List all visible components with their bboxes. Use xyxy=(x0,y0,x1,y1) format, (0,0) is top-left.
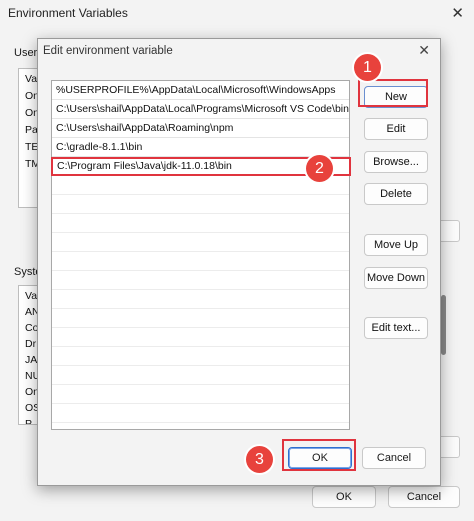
list-item[interactable]: P xyxy=(25,418,32,424)
empty-row[interactable] xyxy=(52,176,349,195)
path-list-item[interactable]: C:\Users\shail\AppData\Roaming\npm xyxy=(52,119,349,138)
path-list-item[interactable]: C:\gradle-8.1.1\bin xyxy=(52,138,349,157)
list-item[interactable]: Pa xyxy=(25,124,38,136)
window-title: Environment Variables xyxy=(8,6,128,20)
empty-row[interactable] xyxy=(52,404,349,423)
close-icon[interactable]: ✕ xyxy=(418,42,430,59)
empty-row[interactable] xyxy=(52,271,349,290)
step-badge-1: 1 xyxy=(354,54,381,81)
empty-row[interactable] xyxy=(52,385,349,404)
ok-button[interactable]: OK xyxy=(312,486,376,508)
close-icon[interactable]: ✕ xyxy=(451,4,464,22)
new-button-highlight xyxy=(358,79,428,107)
list-item[interactable]: Va xyxy=(25,73,37,85)
dialog-cancel-button[interactable]: Cancel xyxy=(362,447,426,469)
list-item[interactable]: Va xyxy=(25,290,37,302)
system-list-scrollbar[interactable] xyxy=(441,295,446,355)
list-item[interactable]: Dr xyxy=(25,338,36,350)
ok-button-highlight xyxy=(282,439,356,471)
empty-row[interactable] xyxy=(52,309,349,328)
move-up-button[interactable]: Move Up xyxy=(364,234,428,256)
empty-row[interactable] xyxy=(52,195,349,214)
edit-button[interactable]: Edit xyxy=(364,118,428,140)
path-list-item[interactable]: C:\Users\shail\AppData\Local\Programs\Mi… xyxy=(52,100,349,119)
empty-row[interactable] xyxy=(52,328,349,347)
path-list[interactable]: %USERPROFILE%\AppData\Local\Microsoft\Wi… xyxy=(51,80,351,430)
path-list-item[interactable]: %USERPROFILE%\AppData\Local\Microsoft\Wi… xyxy=(52,81,349,100)
empty-row[interactable] xyxy=(52,290,349,309)
empty-row[interactable] xyxy=(52,214,349,233)
empty-row[interactable] xyxy=(52,233,349,252)
step-badge-2: 2 xyxy=(306,155,333,182)
user-variables-group-label: User xyxy=(14,47,40,59)
step-badge-3: 3 xyxy=(246,446,273,473)
move-down-button[interactable]: Move Down xyxy=(364,267,428,289)
dialog-title: Edit environment variable xyxy=(43,45,173,57)
empty-row[interactable] xyxy=(52,252,349,271)
cancel-button[interactable]: Cancel xyxy=(388,486,460,508)
list-item[interactable]: JA xyxy=(25,354,37,366)
empty-row[interactable] xyxy=(52,366,349,385)
delete-button[interactable]: Delete xyxy=(364,183,428,205)
edit-text-button[interactable]: Edit text... xyxy=(364,317,428,339)
empty-row[interactable] xyxy=(52,347,349,366)
browse-button[interactable]: Browse... xyxy=(364,151,428,173)
